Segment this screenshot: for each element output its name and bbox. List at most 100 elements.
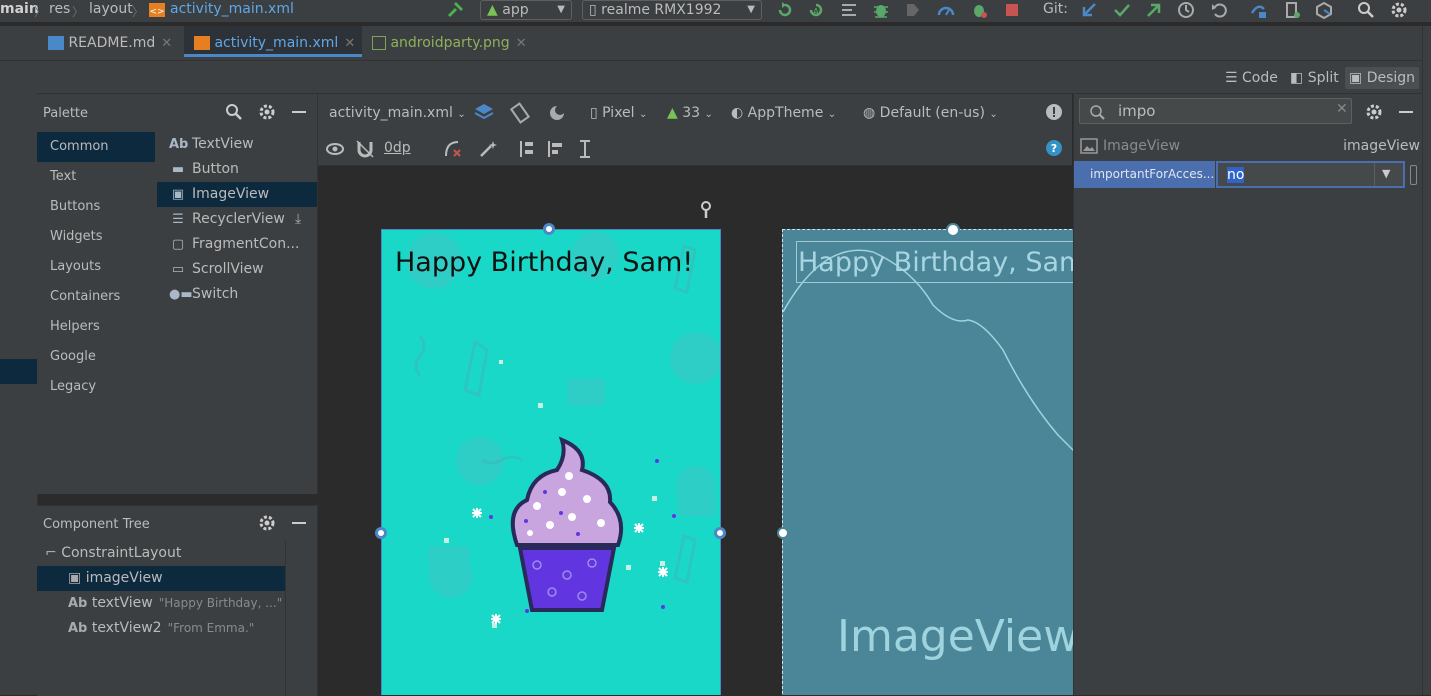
device-dropdown[interactable]: ▯ realme RMX1992 ▼ [582, 0, 762, 20]
api-level-dropdown[interactable]: ▲ 33 ⌄ [667, 103, 713, 125]
tree-node-textview[interactable]: Ab textView "Happy Birthday, ..." [37, 591, 285, 616]
tab-activity-main[interactable]: activity_main.xml ✕ [184, 26, 362, 57]
rollback-icon[interactable] [1210, 1, 1228, 19]
history-clock-icon[interactable] [1177, 1, 1195, 19]
theme-dropdown[interactable]: ◐ AppTheme ⌄ [731, 103, 836, 125]
component-id[interactable]: imageView [1343, 138, 1420, 154]
settings-gear-icon[interactable] [1365, 103, 1383, 121]
default-margin-field[interactable]: 0dp [384, 138, 411, 158]
settings-gear-icon[interactable] [258, 103, 276, 121]
category-text[interactable]: Text [37, 162, 155, 192]
search-icon[interactable] [1357, 1, 1375, 19]
palette-item-scrollview[interactable]: ▭ ScrollView [157, 257, 317, 282]
palette-item-switch[interactable]: ●▬Switch [157, 282, 317, 307]
code-mode-button[interactable]: ☰ Code [1225, 67, 1278, 89]
palette-item-fragmentcontainer[interactable]: ▢ FragmentCon... [157, 232, 317, 257]
download-icon[interactable]: ⤓ [295, 207, 301, 232]
category-layouts[interactable]: Layouts [37, 252, 155, 282]
settings-gear-icon[interactable] [258, 514, 276, 532]
sync-gradle-icon[interactable] [1249, 1, 1267, 19]
split-mode-button[interactable]: ◧ Split [1290, 67, 1339, 89]
palette-item-recyclerview[interactable]: ☰ RecyclerView ⤓ [157, 207, 317, 232]
attribute-value-dropdown[interactable]: no ▼ [1216, 161, 1405, 188]
birthday-background-image[interactable] [382, 230, 721, 695]
category-buttons[interactable]: Buttons [37, 192, 155, 222]
blueprint-handle-top[interactable] [946, 223, 960, 237]
blueprint-preview-screen[interactable]: Happy Birthday, Sam! ImageView [782, 229, 1073, 695]
constraint-handle-top[interactable] [543, 223, 555, 235]
tab-readme[interactable]: README.md ✕ [48, 26, 172, 60]
palette-item-textview[interactable]: Ab TextView [157, 132, 317, 157]
profiler-gauge-icon[interactable] [937, 1, 955, 19]
category-widgets[interactable]: Widgets [37, 222, 155, 252]
attribute-row-name[interactable]: importantForAcces... [1074, 161, 1215, 188]
tree-node-imageview[interactable]: ▣ imageView [37, 566, 285, 591]
category-containers[interactable]: Containers [37, 282, 155, 312]
breadcrumb-layout[interactable]: layout [89, 0, 133, 18]
magnet-autoconnect-icon[interactable] [355, 139, 375, 159]
design-canvas[interactable]: Happy Birthday, Sam! Happy Birthday, Sam… [318, 166, 1073, 695]
infer-constraints-wand-icon[interactable] [478, 139, 498, 159]
category-common[interactable]: Common [37, 132, 155, 162]
attribute-search-input[interactable]: impo ✕ [1079, 98, 1352, 124]
palette-item-button[interactable]: ▬ Button [157, 157, 317, 182]
tab-androidparty[interactable]: androidparty.png ✕ [372, 26, 527, 60]
birthday-greeting-text[interactable]: Happy Birthday, Sam! [395, 247, 693, 278]
eye-view-options-icon[interactable] [325, 140, 347, 158]
chevron-down-icon[interactable]: ▼ [1382, 167, 1390, 180]
minimize-icon[interactable] [292, 522, 306, 524]
attribute-value[interactable]: no [1227, 167, 1245, 183]
orientation-rotate-icon[interactable] [509, 102, 531, 124]
debug-bug-icon[interactable] [872, 1, 890, 19]
breadcrumb-res[interactable]: res [49, 0, 70, 18]
stop-icon[interactable] [1003, 1, 1021, 19]
minimize-icon[interactable] [1399, 111, 1413, 113]
layers-icon[interactable] [473, 102, 495, 124]
attach-debugger-icon[interactable] [904, 1, 922, 19]
tool-window-selected[interactable] [0, 359, 37, 384]
align-icon[interactable] [546, 139, 566, 159]
minimize-icon[interactable] [292, 111, 306, 113]
run-config-dropdown[interactable]: ▲ app ▼ [480, 0, 572, 20]
blueprint-greeting-text[interactable]: Happy Birthday, Sam! [798, 247, 1073, 278]
help-icon[interactable]: ? [1045, 139, 1063, 157]
design-preview-screen[interactable]: Happy Birthday, Sam! [381, 229, 721, 695]
pack-icon[interactable] [516, 139, 536, 159]
breadcrumb-main[interactable]: main [0, 0, 39, 18]
palette-item-imageview[interactable]: ▣ ImageView [157, 182, 317, 207]
night-mode-icon[interactable] [547, 102, 569, 124]
constraint-handle-left[interactable] [375, 527, 387, 539]
git-commit-check-icon[interactable] [1113, 1, 1131, 19]
locale-dropdown[interactable]: ◍ Default (en-us) ⌄ [863, 103, 998, 125]
tree-node-constraintlayout[interactable]: ⌐ ConstraintLayout [37, 541, 285, 566]
git-push-icon[interactable] [1145, 1, 1163, 19]
guidelines-icon[interactable] [576, 139, 596, 159]
build-hammer-icon[interactable] [446, 1, 464, 19]
logcat-icon[interactable] [840, 1, 858, 19]
settings-gear-icon[interactable] [1390, 1, 1408, 19]
sdk-manager-icon[interactable] [1315, 1, 1333, 19]
close-icon[interactable]: ✕ [161, 36, 172, 51]
search-icon[interactable] [225, 103, 243, 121]
warning-icon[interactable] [1045, 103, 1063, 121]
breadcrumb-file[interactable]: activity_main.xml [170, 0, 294, 18]
blueprint-handle-left[interactable] [777, 527, 789, 539]
apply-changes-icon[interactable]: A [807, 1, 825, 19]
git-update-icon[interactable] [1080, 1, 1098, 19]
file-selector-dropdown[interactable]: activity_main.xml ⌄ [329, 103, 466, 125]
category-legacy[interactable]: Legacy [37, 372, 155, 402]
close-icon[interactable]: ✕ [344, 36, 355, 51]
category-helpers[interactable]: Helpers [37, 312, 155, 342]
category-google[interactable]: Google [37, 342, 155, 372]
debug-process-icon[interactable] [970, 1, 988, 19]
device-dropdown[interactable]: ▯ Pixel ⌄ [590, 103, 647, 125]
clear-search-icon[interactable]: ✕ [1336, 101, 1348, 117]
close-icon[interactable]: ✕ [516, 36, 527, 51]
constraint-handle-right[interactable] [714, 527, 726, 539]
wrench-icon[interactable] [699, 201, 713, 219]
tree-node-textview2[interactable]: Ab textView2 "From Emma." [37, 616, 285, 641]
design-mode-button[interactable]: ▣ Design [1345, 67, 1420, 89]
attribute-resource-picker[interactable] [1410, 165, 1417, 185]
device-manager-icon[interactable] [1283, 1, 1301, 19]
rerun-icon[interactable] [776, 1, 794, 19]
